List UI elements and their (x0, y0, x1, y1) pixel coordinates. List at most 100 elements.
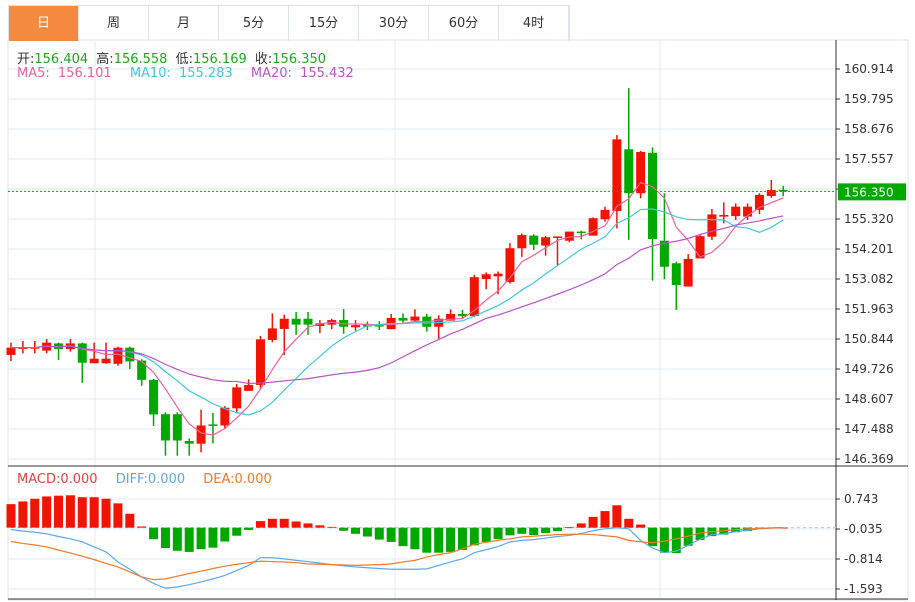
candle (339, 309, 349, 334)
macd-bar (149, 527, 159, 540)
candle (303, 312, 313, 335)
macd-bar (386, 527, 396, 542)
macd-bar (160, 527, 170, 549)
candle-body (184, 441, 194, 444)
macd-bar (493, 527, 503, 540)
price-tick-label: 157.557 (844, 152, 894, 166)
ma-legend: MA5: 156.101 MA10: 155.283 MA20: 155.432 (17, 66, 362, 81)
macd-bar (398, 527, 408, 547)
high-value: 156.558 (113, 52, 168, 67)
macd-label: MACD: (17, 472, 61, 487)
candle-body (493, 273, 503, 277)
candle-body (398, 317, 408, 321)
tab-15min[interactable]: 15分 (289, 6, 359, 41)
candle-body (6, 347, 16, 355)
ma5-legend: MA5: 156.101 (17, 66, 116, 81)
candle (695, 235, 705, 259)
candle (137, 359, 147, 386)
candle-body (481, 274, 491, 280)
candle (707, 209, 717, 240)
macd-bar (244, 527, 254, 530)
macd-bar (255, 521, 265, 528)
candle (291, 312, 301, 335)
current-price-label: 156.350 (844, 185, 894, 199)
macd-bar (172, 527, 182, 551)
candle-body (564, 231, 574, 241)
tab-60min[interactable]: 60分 (429, 6, 499, 41)
diff-label: DIFF: (115, 472, 148, 487)
candle-body (695, 236, 705, 259)
macd-bar (65, 495, 75, 528)
candle (731, 203, 741, 221)
candle-body (671, 263, 681, 285)
dea-legend-item: DEA:0.000 (203, 472, 276, 487)
macd-bar (434, 527, 444, 553)
macd-bar (517, 527, 527, 534)
candle (172, 412, 182, 456)
price-tick-label: 154.201 (844, 242, 894, 256)
candle (386, 313, 396, 330)
candle-body (612, 139, 622, 211)
price-tick-label: 153.082 (844, 272, 894, 286)
candle-body (303, 318, 313, 325)
diff-value: 0.000 (147, 472, 186, 487)
candle (529, 234, 539, 251)
candle (184, 438, 194, 456)
candle (255, 335, 265, 389)
candle-body (552, 236, 562, 238)
macd-bar (624, 518, 634, 528)
candle (648, 147, 658, 281)
candle-body (648, 152, 658, 240)
ma20-label: MA20: (250, 66, 292, 81)
candle-body (196, 425, 206, 444)
tab-5min[interactable]: 5分 (219, 6, 289, 41)
candle-body (291, 318, 301, 325)
candle-body (89, 358, 99, 364)
candle (517, 233, 527, 257)
macd-bar (541, 527, 551, 534)
candle-body (232, 387, 242, 409)
macd-bar (279, 518, 289, 528)
macd-bar (410, 527, 420, 550)
macd-legend-item: MACD:0.000 (17, 472, 102, 487)
price-tick-label: 158.676 (844, 122, 894, 136)
candle (315, 320, 325, 334)
candle-body (600, 209, 610, 220)
candle-body (683, 258, 693, 287)
ma5-value: 156.101 (57, 66, 112, 81)
chart-canvas[interactable]: 160.914159.795158.676157.557156.438155.3… (0, 0, 915, 602)
candle-body (517, 235, 527, 249)
tab-30min[interactable]: 30分 (359, 6, 429, 41)
candle-body (719, 214, 729, 217)
candle (671, 261, 681, 310)
candle (754, 193, 764, 215)
candle (398, 313, 408, 324)
candle-body (267, 328, 277, 340)
ma5-label: MA5: (17, 66, 50, 81)
price-tick-label: 151.963 (844, 302, 894, 316)
tab-week[interactable]: 周 (79, 6, 149, 41)
macd-bar (54, 495, 64, 528)
dea-label: DEA: (203, 472, 235, 487)
macd-bar (612, 505, 622, 528)
price-tick-label: 146.369 (844, 452, 894, 466)
candle (232, 383, 242, 414)
macd-bar (184, 527, 194, 552)
close-value: 156.350 (272, 52, 327, 67)
tab-month[interactable]: 月 (149, 6, 219, 41)
tab-day[interactable]: 日 (9, 6, 79, 41)
macd-bar (636, 524, 646, 528)
kline-chart-widget: 160.914159.795158.676157.557156.438155.3… (0, 0, 915, 602)
macd-bar (481, 527, 491, 542)
candle-body (529, 235, 539, 245)
candle-body (255, 339, 265, 385)
macd-bar (588, 516, 598, 528)
macd-bar (77, 497, 87, 528)
candle (113, 346, 123, 366)
macd-bar (457, 527, 467, 550)
candle (54, 342, 64, 361)
candle-body (707, 214, 717, 237)
macd-bar (564, 527, 574, 529)
tab-4hour[interactable]: 4时 (499, 6, 569, 41)
macd-bar (208, 527, 218, 548)
